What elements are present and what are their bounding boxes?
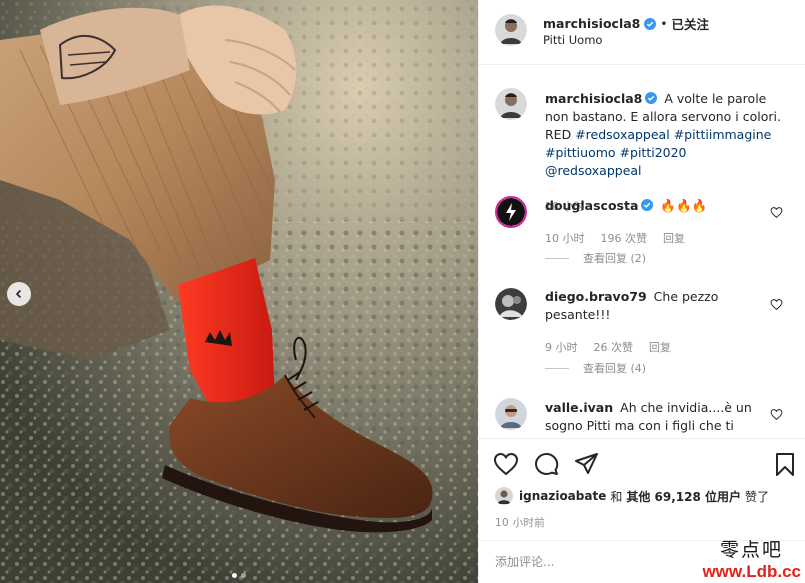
carousel-dot xyxy=(241,573,246,578)
verified-badge-icon xyxy=(641,199,654,211)
heart-icon[interactable] xyxy=(770,408,783,421)
location-link[interactable]: Pitti Uomo xyxy=(543,33,602,47)
comment-text: diego.bravo79 Che pezzo pesante!!! xyxy=(545,288,781,324)
author-avatar[interactable] xyxy=(495,88,527,120)
comment-text: douglascosta 🔥🔥🔥 xyxy=(545,197,781,215)
likes-others-link[interactable]: 其他 69,128 位用户 xyxy=(626,488,741,505)
separator-dot: • xyxy=(660,16,668,31)
comment-time[interactable]: 10 小时 xyxy=(545,230,585,246)
post-photo[interactable] xyxy=(0,0,478,583)
commenter-username[interactable]: douglascosta xyxy=(545,198,638,213)
comment-icon[interactable] xyxy=(533,451,559,477)
comment-meta: 10 小时 196 次赞 回复 xyxy=(545,230,685,246)
commenter-avatar[interactable] xyxy=(495,196,527,228)
watermark-cn: 零点吧 xyxy=(719,539,783,561)
carousel-prev-button[interactable] xyxy=(7,282,31,306)
site-watermark: 零点吧 www.Ldb.cc xyxy=(677,535,805,583)
comment-time[interactable]: 9 小时 xyxy=(545,339,578,355)
liker-username[interactable]: ignazioabate xyxy=(519,489,606,503)
likes-suffix: 赞了 xyxy=(745,489,770,504)
post-side-panel: marchisiocla8 • 已关注 Pitti Uomo marchisio… xyxy=(478,0,805,583)
hashtag-link[interactable]: #pittiuomo xyxy=(545,145,616,160)
carousel-dot-active xyxy=(232,573,237,578)
reply-button[interactable]: 回复 xyxy=(649,339,671,355)
caption-username[interactable]: marchisiocla8 xyxy=(545,91,642,106)
reply-button[interactable]: 回复 xyxy=(663,230,685,246)
watermark-url: www.Ldb.cc xyxy=(702,562,801,581)
post-header: marchisiocla8 • 已关注 Pitti Uomo xyxy=(479,0,805,65)
author-username[interactable]: marchisiocla8 xyxy=(543,16,640,31)
hashtag-link[interactable]: #redsoxappeal xyxy=(575,127,670,142)
author-row: marchisiocla8 • 已关注 xyxy=(543,14,709,33)
post-image xyxy=(0,0,478,583)
chevron-left-icon xyxy=(15,289,22,299)
likes-and: 和 xyxy=(610,489,623,504)
following-button[interactable]: 已关注 xyxy=(671,14,709,33)
verified-badge-icon xyxy=(645,92,658,104)
commenter-username[interactable]: valle.ivan xyxy=(545,400,613,415)
hashtag-link[interactable]: #pittiimmagine xyxy=(674,127,772,142)
comments-list[interactable]: marchisiocla8 A volte le parole non bast… xyxy=(479,66,805,438)
likes-summary: ignazioabate 和 其他 69,128 位用户 赞了 xyxy=(495,487,769,505)
replies-divider xyxy=(545,257,569,259)
heart-icon[interactable] xyxy=(770,206,783,219)
liker-avatar[interactable] xyxy=(495,487,513,505)
author-avatar[interactable] xyxy=(495,14,527,46)
comment-input[interactable] xyxy=(495,552,695,572)
mention-link[interactable]: @redsoxappeal xyxy=(545,163,642,178)
heart-icon[interactable] xyxy=(770,298,783,311)
verified-badge-icon xyxy=(644,17,657,30)
hashtag-link[interactable]: #pitti2020 xyxy=(620,145,687,160)
caption-text: marchisiocla8 A volte le parole non bast… xyxy=(545,90,781,180)
view-replies-button[interactable]: 查看回复 (2) xyxy=(545,250,646,266)
action-bar xyxy=(479,438,805,486)
comment-likes[interactable]: 26 次赞 xyxy=(594,339,634,355)
view-replies-button[interactable]: 查看回复 (4) xyxy=(545,360,646,376)
comment-likes[interactable]: 196 次赞 xyxy=(601,230,648,246)
commenter-avatar[interactable] xyxy=(495,288,527,320)
carousel-indicator xyxy=(0,573,478,578)
bookmark-icon[interactable] xyxy=(772,451,798,477)
commenter-avatar[interactable] xyxy=(495,398,527,430)
commenter-username[interactable]: diego.bravo79 xyxy=(545,289,647,304)
replies-divider xyxy=(545,367,569,369)
heart-icon[interactable] xyxy=(493,451,519,477)
post-time[interactable]: 10 小时前 xyxy=(495,515,545,530)
comment-meta: 9 小时 26 次赞 回复 xyxy=(545,339,671,355)
comment-text: valle.ivan Ah che invidia....è un sogno … xyxy=(545,399,781,435)
view-replies-label: 查看回复 (2) xyxy=(583,252,647,265)
view-replies-label: 查看回复 (4) xyxy=(583,362,647,375)
paper-plane-icon[interactable] xyxy=(573,451,599,477)
comment-body: 🔥🔥🔥 xyxy=(660,198,708,213)
